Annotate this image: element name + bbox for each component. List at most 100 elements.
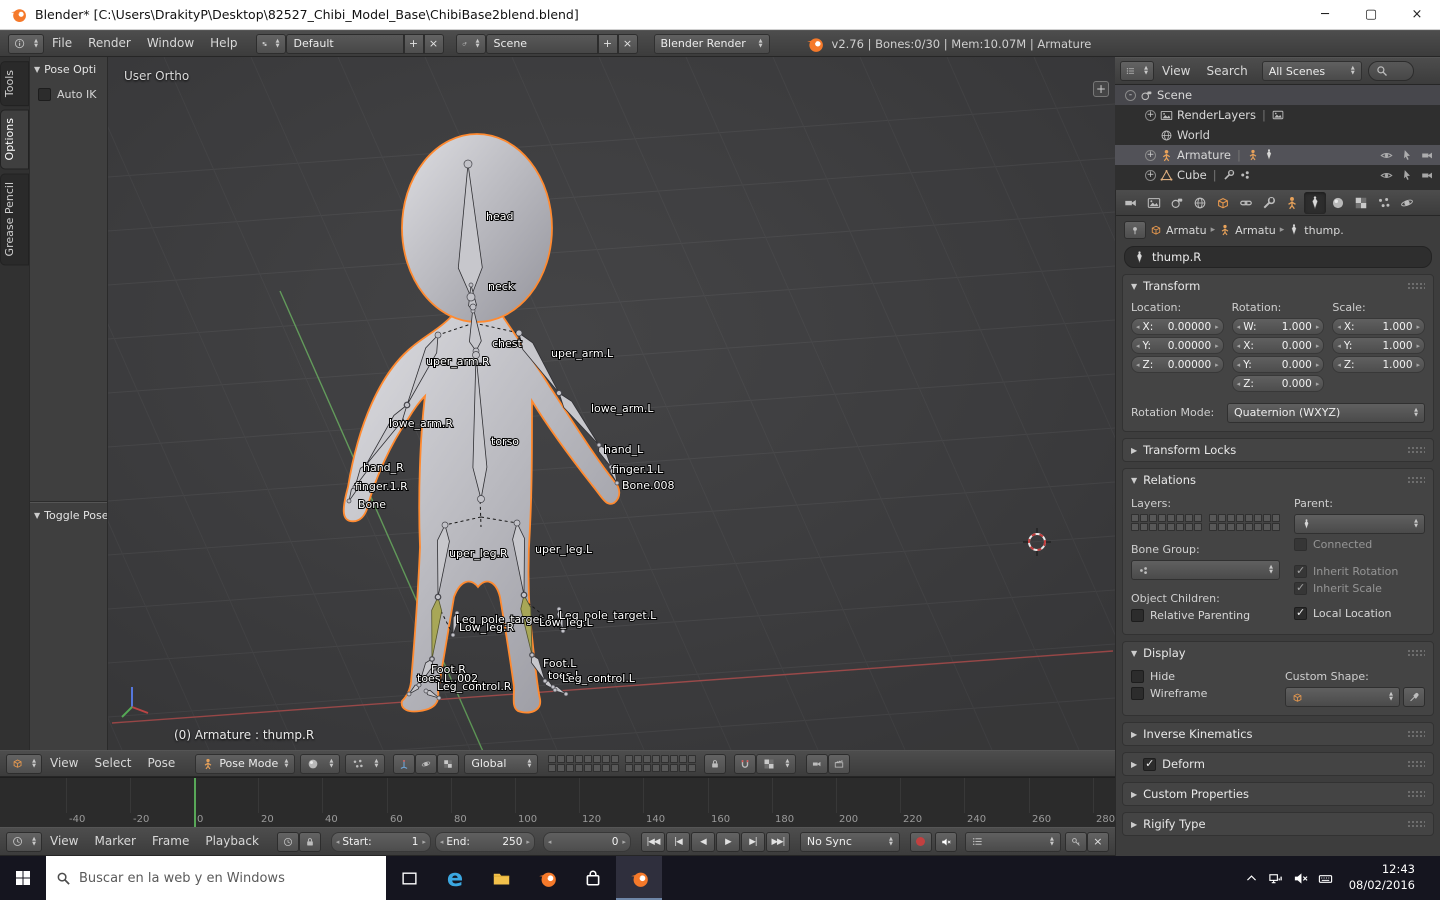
- layer-toggle[interactable]: [1185, 523, 1193, 531]
- layer-toggle[interactable]: [1254, 514, 1262, 522]
- layer-toggle[interactable]: [611, 764, 619, 772]
- pivot-point-dropdown[interactable]: [345, 754, 385, 774]
- frame-end-field[interactable]: ◂End:250▸: [435, 832, 535, 852]
- layer-toggle[interactable]: [1254, 523, 1262, 531]
- jump-to-end-button[interactable]: ▶▶|: [766, 832, 790, 852]
- layer-toggle[interactable]: [1149, 514, 1157, 522]
- jump-to-prev-keyframe-button[interactable]: |◀: [666, 832, 690, 852]
- blender-running-app-button[interactable]: [616, 856, 662, 900]
- layer-toggle[interactable]: [1176, 523, 1184, 531]
- maximize-button[interactable]: ▢: [1348, 0, 1394, 30]
- properties-tab-world[interactable]: [1189, 192, 1211, 214]
- layer-toggle[interactable]: [661, 755, 669, 763]
- current-frame-field[interactable]: ◂0▸: [543, 832, 631, 852]
- properties-tab-physics[interactable]: [1396, 192, 1418, 214]
- selectable-cursor-icon[interactable]: [1401, 169, 1413, 181]
- visibility-eye-icon[interactable]: [1380, 169, 1393, 182]
- eyedropper-button[interactable]: [1403, 687, 1425, 707]
- layer-toggle[interactable]: [1245, 514, 1253, 522]
- custom-shape-dropdown[interactable]: [1285, 687, 1400, 707]
- properties-tab-constraint[interactable]: [1235, 192, 1257, 214]
- deform-checkbox[interactable]: [1143, 758, 1156, 771]
- layer-toggle[interactable]: [1176, 514, 1184, 522]
- outliner-item-world[interactable]: World: [1115, 125, 1440, 145]
- network-icon[interactable]: [1268, 871, 1283, 886]
- layer-toggle[interactable]: [688, 755, 696, 763]
- menu-help[interactable]: Help: [202, 31, 245, 56]
- layer-toggle[interactable]: [688, 764, 696, 772]
- outliner-search-box[interactable]: [1368, 61, 1414, 81]
- checkbox-box[interactable]: [1294, 565, 1307, 578]
- sync-mode-dropdown[interactable]: No Sync: [800, 832, 900, 852]
- outliner-item-armature[interactable]: +Armature|: [1115, 145, 1440, 165]
- deform-panel-header[interactable]: ▶Deform: [1123, 753, 1433, 775]
- layer-toggle[interactable]: [1131, 523, 1139, 531]
- layer-toggle[interactable]: [575, 764, 583, 772]
- editor-type-button[interactable]: [6, 754, 42, 774]
- bone-name-field[interactable]: thump.R: [1124, 246, 1432, 268]
- layer-toggle[interactable]: [1140, 523, 1148, 531]
- layer-toggle[interactable]: [1227, 514, 1235, 522]
- editor-type-button[interactable]: [8, 34, 44, 54]
- menu-search[interactable]: Search: [1198, 59, 1255, 84]
- layer-toggle[interactable]: [1209, 514, 1217, 522]
- close-button[interactable]: ×: [1394, 0, 1440, 30]
- inherit-rotation-checkbox[interactable]: Inherit Rotation: [1294, 565, 1425, 578]
- frame-start-field[interactable]: ◂Start:1▸: [331, 832, 431, 852]
- toggle-pose-panel-header[interactable]: ▼Toggle Pose: [30, 503, 107, 528]
- panel-grip-icon[interactable]: [1407, 820, 1425, 829]
- expander-icon[interactable]: +: [1145, 110, 1156, 121]
- auto-ik-checkbox[interactable]: Auto IK: [38, 88, 107, 101]
- expander-icon[interactable]: -: [1125, 90, 1136, 101]
- panel-grip-icon[interactable]: [1407, 446, 1425, 455]
- layer-toggle[interactable]: [679, 764, 687, 772]
- properties-tab-object[interactable]: [1212, 192, 1234, 214]
- layer-toggle[interactable]: [670, 764, 678, 772]
- location-x-field[interactable]: ◂X:0.00000▸: [1131, 318, 1224, 335]
- layer-toggle[interactable]: [634, 764, 642, 772]
- layer-toggle[interactable]: [1131, 514, 1139, 522]
- layer-toggle[interactable]: [1245, 523, 1253, 531]
- layer-toggle[interactable]: [1236, 514, 1244, 522]
- layer-toggle[interactable]: [1263, 523, 1271, 531]
- layer-toggle[interactable]: [557, 755, 565, 763]
- lock-range-button[interactable]: [299, 832, 321, 852]
- preview-range-button[interactable]: [277, 832, 299, 852]
- checkbox-box[interactable]: [1131, 670, 1144, 683]
- delete-keyframe-button[interactable]: ×: [1087, 832, 1109, 852]
- layer-toggle[interactable]: [602, 764, 610, 772]
- menu-view[interactable]: View: [42, 829, 86, 854]
- bone-group-dropdown[interactable]: [1131, 560, 1280, 580]
- rotation-x-field[interactable]: ◂X:0.000▸: [1232, 337, 1325, 354]
- jump-to-next-keyframe-button[interactable]: ▶|: [741, 832, 765, 852]
- menu-select[interactable]: Select: [86, 751, 139, 776]
- connected-checkbox[interactable]: Connected: [1294, 538, 1425, 551]
- manipulator-translate-button[interactable]: [393, 754, 415, 774]
- layer-toggle[interactable]: [611, 755, 619, 763]
- pin-id-button[interactable]: [1124, 221, 1146, 239]
- checkbox-box[interactable]: [1294, 607, 1307, 620]
- scene-name-field[interactable]: Scene: [486, 34, 598, 54]
- outliner-item-scene[interactable]: -Scene: [1115, 85, 1440, 105]
- layer-toggle[interactable]: [1272, 514, 1280, 522]
- layer-toggle[interactable]: [1272, 523, 1280, 531]
- manipulator-rotate-button[interactable]: [415, 754, 437, 774]
- properties-tab-render-layers[interactable]: [1143, 192, 1165, 214]
- menu-marker[interactable]: Marker: [86, 829, 143, 854]
- timeline-strip[interactable]: -40-200204060801001201401601802002202402…: [0, 777, 1115, 827]
- outliner-item-renderlayers[interactable]: +RenderLayers|: [1115, 105, 1440, 125]
- layer-toggle[interactable]: [575, 755, 583, 763]
- chevron-up-icon[interactable]: [1245, 872, 1258, 885]
- rotation-mode-dropdown[interactable]: Quaternion (WXYZ): [1227, 403, 1425, 423]
- transform-orientation-dropdown[interactable]: Global: [464, 754, 538, 774]
- layer-toggle[interactable]: [679, 755, 687, 763]
- properties-tab-armature-data[interactable]: [1281, 192, 1303, 214]
- layer-toggle[interactable]: [634, 755, 642, 763]
- layer-toggle[interactable]: [1167, 514, 1175, 522]
- menu-render[interactable]: Render: [80, 31, 139, 56]
- add-layout-button[interactable]: +: [404, 34, 424, 54]
- layer-toggle[interactable]: [1236, 523, 1244, 531]
- taskbar-clock[interactable]: 12:43 08/02/2016: [1349, 862, 1415, 893]
- insert-keyframe-button[interactable]: [1065, 832, 1087, 852]
- layer-toggle[interactable]: [1158, 514, 1166, 522]
